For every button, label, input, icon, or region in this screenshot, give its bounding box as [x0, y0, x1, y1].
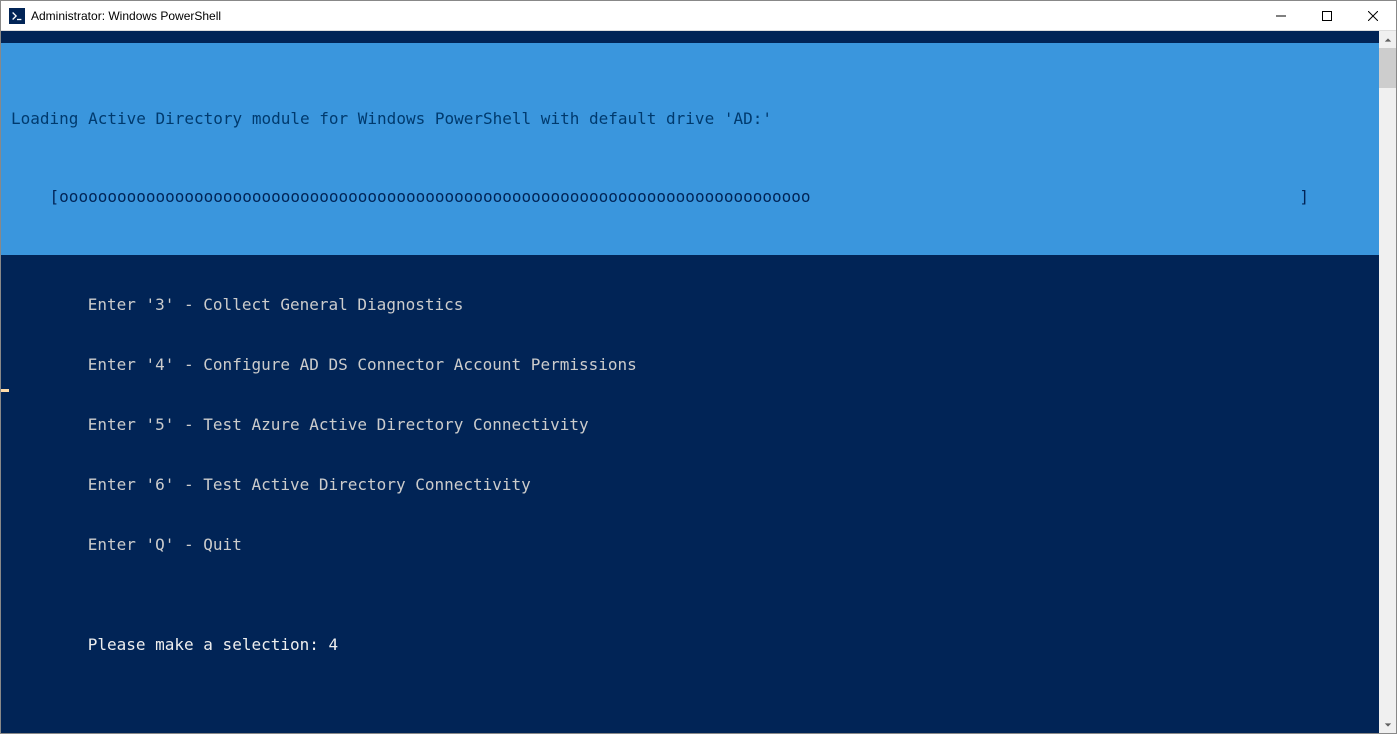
blank-line	[1, 615, 1379, 635]
menu-line: Enter '3' - Collect General Diagnostics	[1, 295, 1379, 315]
titlebar-controls	[1258, 1, 1396, 30]
menu-line: Enter '4' - Configure AD DS Connector Ac…	[1, 355, 1379, 375]
progress-end: ]	[1299, 187, 1369, 207]
progress-bar: [ oooooooooooooooooooooooooooooooooooooo…	[11, 187, 1369, 207]
menu-line: Enter '6' - Test Active Directory Connec…	[1, 475, 1379, 495]
titlebar-left: Administrator: Windows PowerShell	[9, 8, 221, 24]
chevron-up-icon	[1384, 36, 1392, 44]
close-icon	[1368, 11, 1378, 21]
window-title: Administrator: Windows PowerShell	[31, 9, 221, 23]
console-wrapper: Loading Active Directory module for Wind…	[1, 31, 1396, 733]
vertical-scrollbar[interactable]	[1379, 31, 1396, 733]
maximize-icon	[1322, 11, 1332, 21]
titlebar: Administrator: Windows PowerShell	[1, 1, 1396, 31]
close-button[interactable]	[1350, 1, 1396, 30]
menu-line: Enter '5' - Test Azure Active Directory …	[1, 415, 1379, 435]
blank-line	[1, 595, 1379, 615]
maximize-button[interactable]	[1304, 1, 1350, 30]
scrollbar-up-button[interactable]	[1379, 31, 1396, 48]
menu-lines: Enter '3' - Collect General Diagnostics …	[1, 255, 1379, 595]
progress-indent: [	[11, 187, 59, 207]
scrollbar-down-button[interactable]	[1379, 716, 1396, 733]
scrollbar-track[interactable]	[1379, 48, 1396, 716]
scrollbar-thumb[interactable]	[1379, 48, 1396, 88]
chevron-down-icon	[1384, 721, 1392, 729]
minimize-icon	[1276, 11, 1286, 21]
menu-line: Enter 'Q' - Quit	[1, 535, 1379, 555]
prompt-line: Please make a selection: 4	[1, 635, 1379, 655]
progress-title: Loading Active Directory module for Wind…	[11, 109, 1369, 129]
console-output[interactable]: Loading Active Directory module for Wind…	[1, 31, 1379, 733]
progress-banner: Loading Active Directory module for Wind…	[1, 43, 1379, 255]
text-cursor	[1, 389, 9, 392]
powershell-icon	[9, 8, 25, 24]
minimize-button[interactable]	[1258, 1, 1304, 30]
progress-gap	[811, 187, 1300, 207]
progress-fill: oooooooooooooooooooooooooooooooooooooooo…	[59, 187, 810, 207]
